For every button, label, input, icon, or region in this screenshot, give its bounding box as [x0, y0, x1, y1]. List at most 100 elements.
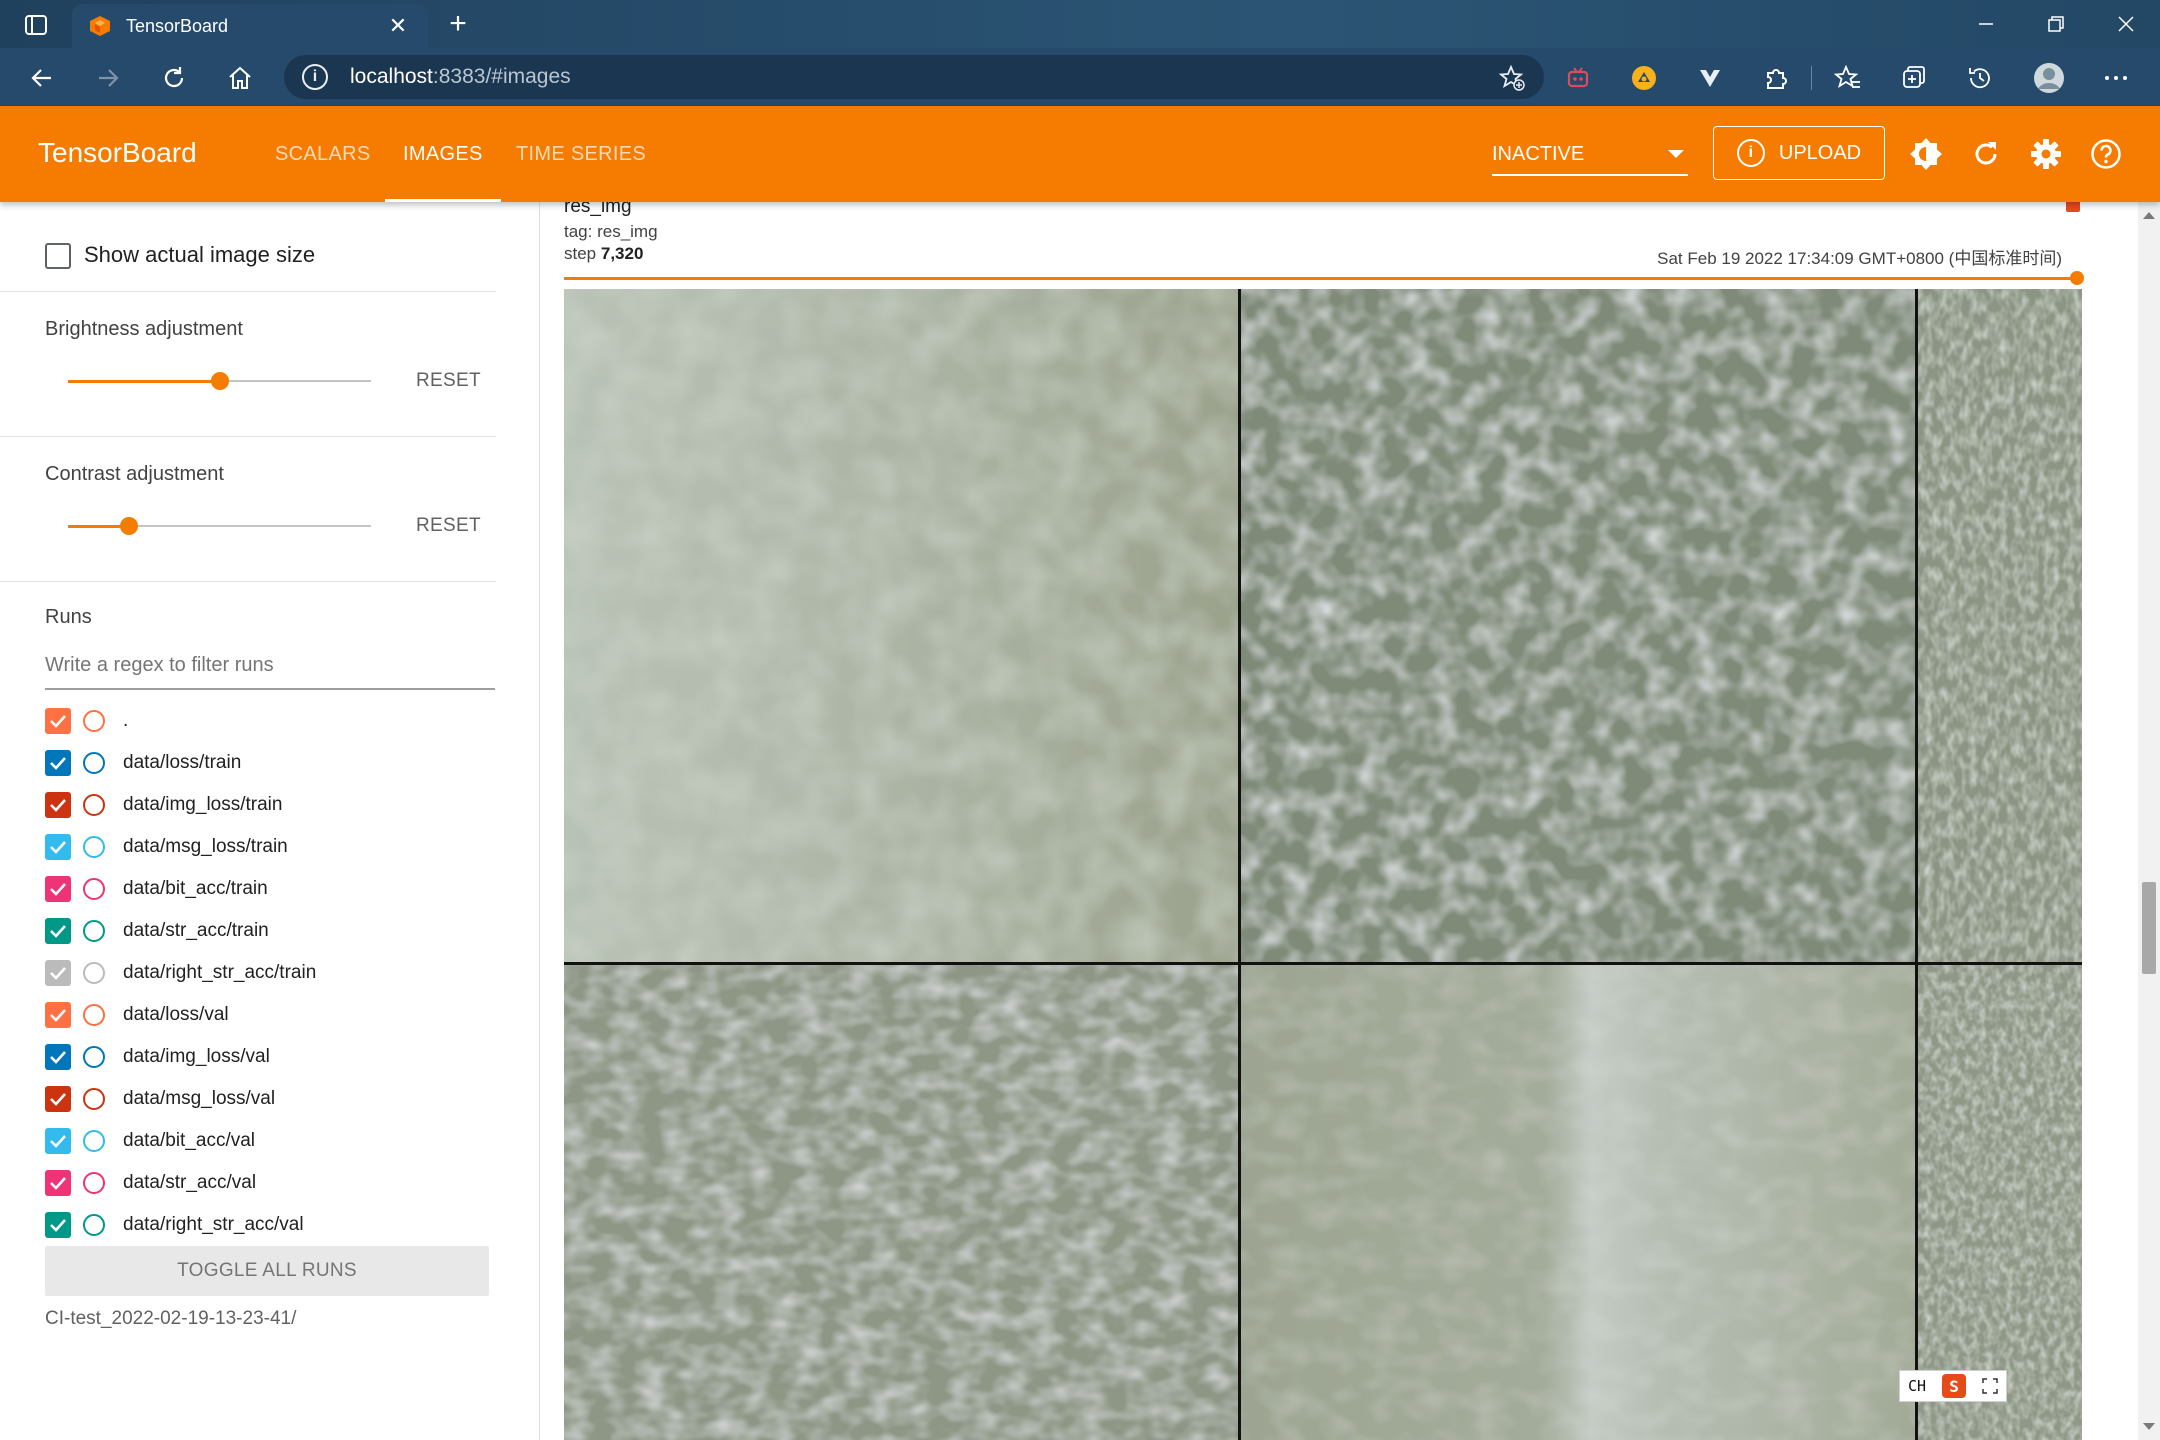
ime-toolbar[interactable]: CH S [1899, 1370, 2007, 1402]
run-item[interactable]: data/img_loss/val [45, 1036, 505, 1078]
run-checkbox[interactable] [45, 708, 71, 734]
contrast-reset-button[interactable]: RESET [416, 515, 481, 537]
add-favorite-icon[interactable] [1498, 64, 1526, 92]
brightness-slider-fill [68, 380, 220, 383]
toggle-all-runs-button[interactable]: TOGGLE ALL RUNS [45, 1246, 489, 1296]
run-checkbox[interactable] [45, 1086, 71, 1112]
help-icon[interactable] [2086, 134, 2126, 174]
scroll-down-arrow-icon[interactable] [2143, 1423, 2155, 1430]
card-timestamp: Sat Feb 19 2022 17:34:09 GMT+0800 (中国标准时… [1657, 249, 2062, 268]
tab-images[interactable]: IMAGES [385, 106, 501, 202]
history-icon[interactable] [1963, 61, 1997, 95]
scroll-up-arrow-icon[interactable] [2143, 212, 2155, 219]
run-checkbox[interactable] [45, 918, 71, 944]
extensions-puzzle-icon[interactable] [1759, 61, 1793, 95]
run-item[interactable]: data/str_acc/train [45, 910, 505, 952]
run-item[interactable]: data/msg_loss/val [45, 1078, 505, 1120]
pin-icon[interactable] [2066, 202, 2080, 212]
run-checkbox[interactable] [45, 792, 71, 818]
run-checkbox[interactable] [45, 1128, 71, 1154]
run-color-swatch[interactable] [83, 710, 105, 732]
toolbar-divider [1811, 66, 1812, 90]
restore-icon[interactable] [2022, 0, 2090, 48]
tab-scalars[interactable]: SCALARS [257, 106, 388, 202]
step-slider-thumb[interactable] [2070, 271, 2084, 285]
reload-icon[interactable] [154, 58, 194, 98]
run-color-swatch[interactable] [83, 962, 105, 984]
run-item[interactable]: data/loss/val [45, 994, 505, 1036]
run-name: data/right_str_acc/val [123, 1214, 304, 1235]
inactive-plugins-select[interactable]: INACTIVE [1492, 134, 1688, 176]
settings-gear-icon[interactable] [2026, 134, 2066, 174]
contrast-label: Contrast adjustment [45, 463, 224, 485]
favorites-icon[interactable] [1831, 61, 1865, 95]
collections-icon[interactable] [1897, 61, 1931, 95]
step-slider[interactable] [564, 277, 2079, 280]
image-tile [1241, 289, 1915, 962]
run-checkbox[interactable] [45, 1212, 71, 1238]
run-checkbox[interactable] [45, 1170, 71, 1196]
run-color-swatch[interactable] [83, 794, 105, 816]
extension-yellow-icon[interactable] [1627, 61, 1661, 95]
run-item[interactable]: data/img_loss/train [45, 784, 505, 826]
run-checkbox[interactable] [45, 1002, 71, 1028]
tab-time-series[interactable]: TIME SERIES [498, 106, 664, 202]
runs-filter-input[interactable]: Write a regex to filter runs [45, 650, 495, 690]
theme-toggle-icon[interactable] [1906, 134, 1946, 174]
run-color-swatch[interactable] [83, 1046, 105, 1068]
run-item[interactable]: . [45, 700, 505, 742]
run-color-swatch[interactable] [83, 836, 105, 858]
run-color-swatch[interactable] [83, 1214, 105, 1236]
back-icon[interactable] [22, 58, 62, 98]
upload-button[interactable]: i UPLOAD [1713, 126, 1885, 180]
page-scrollbar[interactable] [2138, 202, 2160, 1440]
run-item[interactable]: data/msg_loss/train [45, 826, 505, 868]
show-actual-size-checkbox[interactable] [45, 243, 71, 269]
run-color-swatch[interactable] [83, 752, 105, 774]
ime-expand-icon[interactable] [1982, 1378, 1998, 1394]
browser-menu-icon[interactable] [2099, 61, 2133, 95]
card-title: res_img [564, 202, 632, 217]
run-item[interactable]: data/loss/train [45, 742, 505, 784]
profile-avatar-icon[interactable] [2032, 61, 2066, 95]
tensorboard-brand: TensorBoard [38, 137, 197, 168]
browser-tab-strip: TensorBoard ✕ + [0, 0, 2160, 48]
run-checkbox[interactable] [45, 834, 71, 860]
run-color-swatch[interactable] [83, 920, 105, 942]
image-grid[interactable] [564, 289, 2082, 1440]
extension-red-icon[interactable] [1561, 61, 1595, 95]
browser-tab[interactable]: TensorBoard ✕ [72, 4, 428, 48]
run-item[interactable]: data/right_str_acc/train [45, 952, 505, 994]
scrollbar-thumb[interactable] [2142, 882, 2156, 974]
run-checkbox[interactable] [45, 960, 71, 986]
extension-v-icon[interactable] [1693, 61, 1727, 95]
run-item[interactable]: data/right_str_acc/val [45, 1204, 505, 1246]
run-name: data/bit_acc/train [123, 878, 268, 899]
run-color-swatch[interactable] [83, 1172, 105, 1194]
run-checkbox[interactable] [45, 1044, 71, 1070]
home-icon[interactable] [220, 58, 260, 98]
site-info-icon[interactable]: i [302, 64, 328, 90]
run-item[interactable]: data/str_acc/val [45, 1162, 505, 1204]
tab-actions-icon[interactable] [18, 10, 54, 40]
new-tab-icon[interactable]: + [440, 6, 476, 42]
run-color-swatch[interactable] [83, 878, 105, 900]
tab-close-icon[interactable]: ✕ [384, 13, 412, 39]
brightness-slider-thumb[interactable] [211, 372, 229, 390]
image-card: res_img tag: res_img step 7,320 Sat Feb … [541, 202, 2138, 1440]
chevron-down-icon [1668, 150, 1684, 158]
contrast-slider-thumb[interactable] [120, 517, 138, 535]
brightness-reset-button[interactable]: RESET [416, 370, 481, 392]
run-color-swatch[interactable] [83, 1088, 105, 1110]
run-item[interactable]: data/bit_acc/train [45, 868, 505, 910]
run-color-swatch[interactable] [83, 1004, 105, 1026]
close-window-icon[interactable] [2092, 0, 2160, 48]
run-checkbox[interactable] [45, 876, 71, 902]
run-color-swatch[interactable] [83, 1130, 105, 1152]
reload-data-icon[interactable] [1966, 134, 2006, 174]
run-item[interactable]: data/bit_acc/val [45, 1120, 505, 1162]
image-tile [564, 289, 1238, 962]
minimize-icon[interactable] [1952, 0, 2020, 48]
run-checkbox[interactable] [45, 750, 71, 776]
address-bar[interactable]: i localhost:8383/#images [284, 55, 1544, 99]
